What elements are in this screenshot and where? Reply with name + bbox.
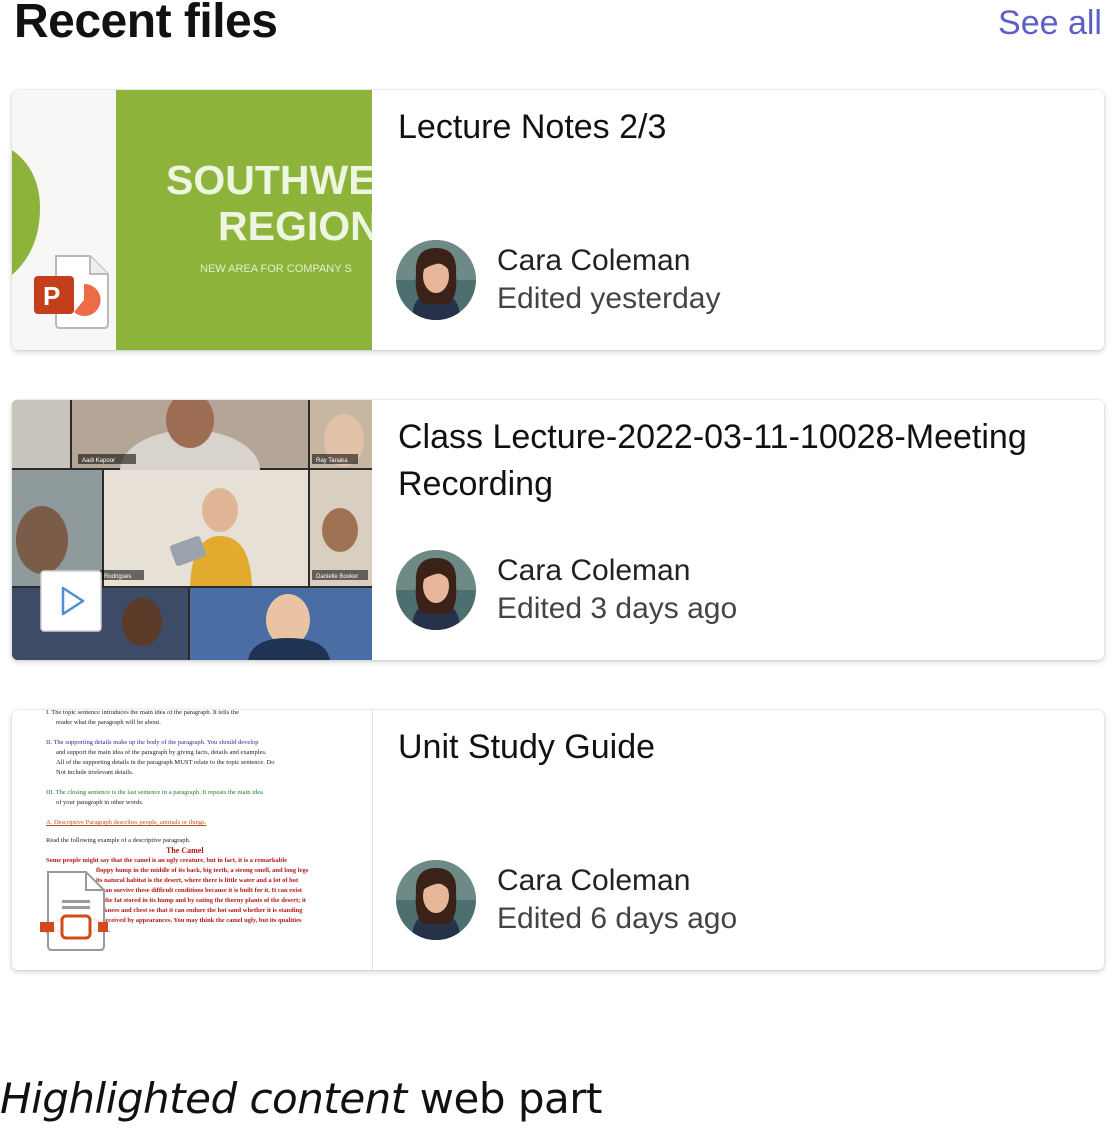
- thumb-line1: SOUTHWE: [166, 157, 372, 203]
- doc-line: All of the supporting details in the par…: [56, 759, 275, 766]
- doc-line: I. The topic sentence introduces the mai…: [46, 710, 239, 716]
- doc-line: A. Descriptive Paragraph describes peopl…: [46, 819, 207, 826]
- tile-name-tag: Rodrigues: [104, 574, 131, 580]
- file-title: Class Lecture-2022-03-11-10028-Meeting R…: [398, 418, 1027, 503]
- doc-line: reader what the paragraph will be about.: [56, 719, 161, 726]
- play-icon: [40, 570, 102, 632]
- thumb-line3: NEW AREA FOR COMPANY S: [200, 263, 352, 275]
- caption-rest: web part: [406, 1074, 603, 1123]
- tile-name-tag: Danielle Booker: [316, 574, 358, 580]
- file-thumbnail: I. The topic sentence introduces the mai…: [12, 710, 373, 970]
- tile-name-tag: Ray Tanaka: [316, 458, 348, 464]
- doc-line: Some people might say that the camel is …: [46, 857, 288, 864]
- author-name: Cara Coleman: [497, 244, 691, 277]
- avatar: [396, 550, 476, 630]
- thumb-line2: REGION: [218, 203, 372, 249]
- file-card-meeting-recording[interactable]: Aadi Kapoor Ray Tanaka Rodrigues Daniell…: [12, 400, 1104, 660]
- edited-time: Edited yesterday: [497, 282, 721, 315]
- svg-text:P: P: [43, 281, 60, 311]
- doc-line: and support the main idea of the paragra…: [56, 749, 267, 756]
- section-title: Recent files: [14, 0, 278, 48]
- file-card-lecture-notes[interactable]: SOUTHWE REGION NEW AREA FOR COMPANY S P …: [12, 90, 1104, 350]
- see-all-link[interactable]: See all: [998, 4, 1102, 43]
- doc-line: The Camel: [166, 846, 204, 855]
- file-title: Lecture Notes 2/3: [398, 108, 667, 146]
- file-title: Unit Study Guide: [398, 728, 656, 766]
- doc-line: of your paragraph in other words.: [56, 799, 144, 806]
- caption-italic: Highlighted content: [0, 1074, 407, 1123]
- doc-line: Not include irrelevant details.: [56, 769, 134, 776]
- slides-icon: [40, 871, 108, 951]
- tile-name-tag: Aadi Kapoor: [82, 458, 115, 464]
- avatar: [396, 860, 476, 940]
- section-header: Recent files See all: [0, 0, 1116, 60]
- author-name: Cara Coleman: [497, 864, 691, 897]
- doc-line: III. The closing sentence is the last se…: [46, 789, 264, 796]
- avatar: [396, 240, 476, 320]
- figure-caption: Highlighted content web part: [0, 1074, 602, 1123]
- powerpoint-icon: P: [34, 255, 109, 329]
- doc-line: Read the following example of a descript…: [46, 837, 191, 844]
- doc-line: II. The supporting details make up the b…: [46, 739, 259, 746]
- file-card-unit-study-guide[interactable]: I. The topic sentence introduces the mai…: [12, 710, 1104, 970]
- file-thumbnail: SOUTHWE REGION NEW AREA FOR COMPANY S P: [12, 90, 372, 350]
- author-name: Cara Coleman: [497, 554, 691, 587]
- edited-time: Edited 3 days ago: [497, 592, 738, 625]
- file-thumbnail: Aadi Kapoor Ray Tanaka Rodrigues Daniell…: [12, 400, 372, 660]
- edited-time: Edited 6 days ago: [497, 902, 738, 935]
